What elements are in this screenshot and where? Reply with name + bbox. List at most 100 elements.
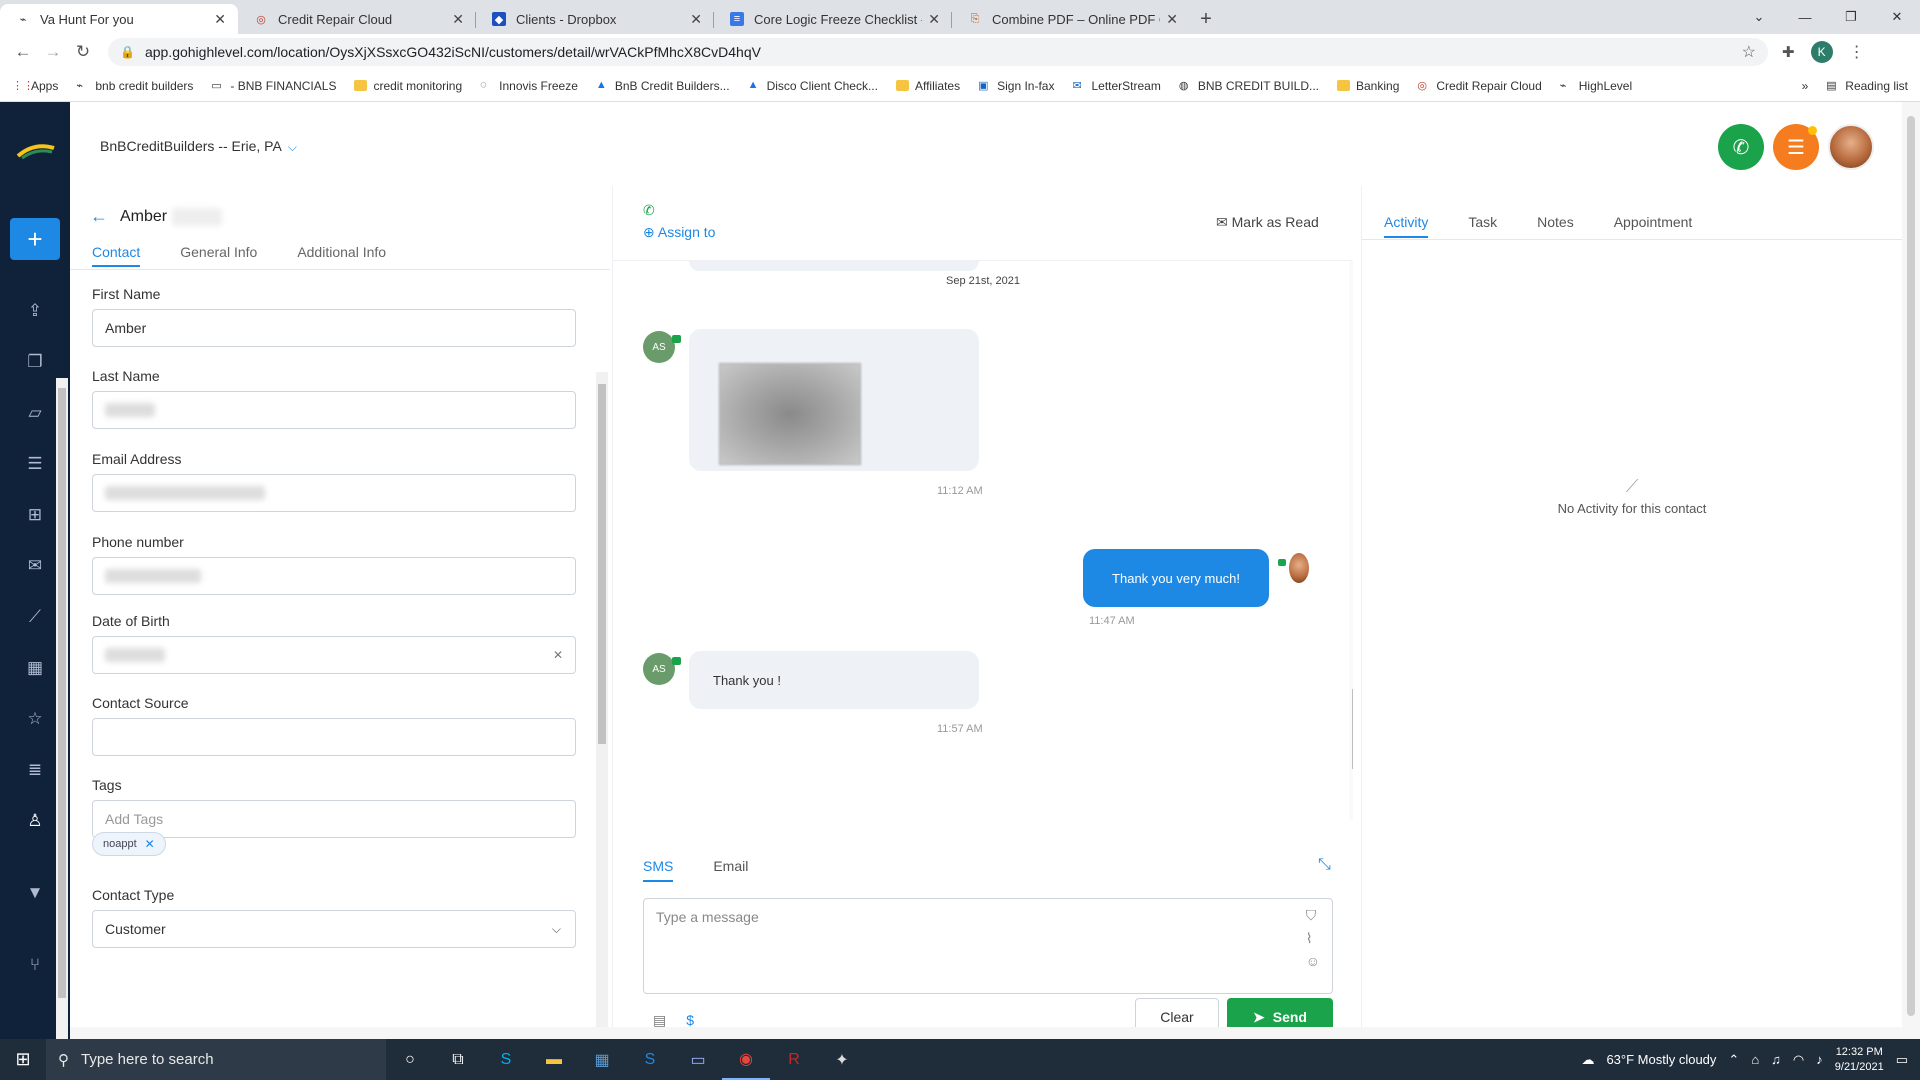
emoji-icon[interactable]: ☺ xyxy=(1306,953,1320,969)
opportunities-icon[interactable]: ☰ xyxy=(22,451,48,477)
tags-input[interactable]: Add Tags xyxy=(92,800,576,838)
assign-to-button[interactable]: ⊕ Assign to xyxy=(643,224,715,241)
browser-tab[interactable]: ≡ Core Logic Freeze Checklist - Go ✕ xyxy=(714,4,952,34)
back-icon[interactable]: ← xyxy=(8,42,38,62)
bookmark[interactable]: ▲ BnB Credit Builders... xyxy=(596,79,730,93)
phone-icon[interactable]: ✆ xyxy=(643,202,655,219)
clock[interactable]: 12:32 PM 9/21/2021 xyxy=(1835,1045,1884,1075)
filter-icon[interactable]: ▼ xyxy=(22,880,48,906)
bookmark[interactable]: Banking xyxy=(1337,79,1399,93)
conversations-icon[interactable]: ▱ xyxy=(22,400,48,426)
calendar-icon[interactable]: ▦ xyxy=(22,655,48,681)
r-app-icon[interactable]: R xyxy=(770,1051,818,1069)
form-scrollbar[interactable] xyxy=(596,372,608,1070)
more-bookmarks-icon[interactable]: » xyxy=(1802,79,1809,93)
notifications-button[interactable]: ☰ xyxy=(1773,124,1819,170)
bookmark[interactable]: ◍ BNB CREDIT BUILD... xyxy=(1179,79,1319,93)
message-input[interactable]: Type a message ⛉ ⌇ ☺ xyxy=(643,898,1333,994)
messages-scrollbar[interactable] xyxy=(1349,261,1353,820)
app-icon[interactable]: ✦ xyxy=(818,1050,866,1070)
reading-list-button[interactable]: ▤ Reading list xyxy=(1826,79,1908,93)
tab-activity[interactable]: Activity xyxy=(1384,214,1429,238)
tab-contact[interactable]: Contact xyxy=(92,244,141,267)
message-image[interactable] xyxy=(719,363,861,465)
call-button[interactable]: ✆ xyxy=(1718,124,1764,170)
microphone-icon[interactable]: ♫ xyxy=(1771,1052,1781,1067)
mail-icon[interactable]: ✉ xyxy=(22,553,48,579)
contact-source-input[interactable] xyxy=(92,718,576,756)
cortana-icon[interactable]: ○ xyxy=(386,1051,434,1069)
bookmark[interactable]: ✉ LetterStream xyxy=(1072,79,1160,93)
bookmark[interactable]: Affiliates xyxy=(895,79,960,93)
weather-text[interactable]: 63°F Mostly cloudy xyxy=(1606,1052,1716,1067)
page-scrollbar[interactable] xyxy=(1902,102,1920,1039)
branch-icon[interactable]: ⑂ xyxy=(22,952,48,978)
add-button[interactable]: + xyxy=(10,218,60,260)
sitemap-icon[interactable]: ⊞ xyxy=(22,502,48,528)
dob-input[interactable]: ✕ xyxy=(92,636,576,674)
clear-icon[interactable]: ✕ xyxy=(553,648,563,662)
reporting-icon[interactable]: ⟋ xyxy=(22,604,48,630)
list-icon[interactable]: ≣ xyxy=(22,757,48,783)
contact-type-select[interactable]: Customer ⌵ xyxy=(92,910,576,948)
left-scrollbar[interactable] xyxy=(56,378,68,1080)
bookmark[interactable]: ▭ - BNB FINANCIALS xyxy=(211,79,336,93)
tab-general-info[interactable]: General Info xyxy=(180,244,257,267)
tab-email[interactable]: Email xyxy=(713,858,748,882)
last-name-input[interactable] xyxy=(92,391,576,429)
horizontal-scrollbar[interactable] xyxy=(70,1027,1902,1039)
close-window-icon[interactable]: ✕ xyxy=(1874,9,1920,25)
bookmark-apps[interactable]: ⋮⋮ Apps xyxy=(12,79,58,93)
volume-icon[interactable]: ♪ xyxy=(1816,1052,1823,1067)
close-icon[interactable]: ✕ xyxy=(690,11,702,28)
skype-business-icon[interactable]: S xyxy=(626,1051,674,1069)
windows-start-icon[interactable]: ⊞ xyxy=(0,1049,46,1070)
tab-sms[interactable]: SMS xyxy=(643,858,674,882)
browser-menu-icon[interactable]: ⋮ xyxy=(1849,42,1865,62)
minimize-icon[interactable]: — xyxy=(1782,10,1828,25)
file-explorer-icon[interactable]: ▬ xyxy=(530,1051,578,1069)
chevron-up-icon[interactable]: ⌃ xyxy=(1728,1052,1739,1068)
skype-icon[interactable]: S xyxy=(482,1051,530,1069)
calculator-icon[interactable]: ▦ xyxy=(578,1050,626,1070)
network-icon[interactable]: ⌂ xyxy=(1751,1052,1759,1067)
back-arrow-icon[interactable]: ← xyxy=(90,206,108,227)
bookmark[interactable]: credit monitoring xyxy=(354,79,462,93)
tag-icon[interactable]: ⛉ xyxy=(1306,907,1320,924)
wifi-icon[interactable]: ◠ xyxy=(1793,1052,1804,1068)
contacts-icon[interactable]: ♙ xyxy=(22,808,48,834)
user-avatar[interactable] xyxy=(1828,124,1874,170)
bookmark[interactable]: ▣ Sign In-fax xyxy=(978,79,1054,93)
mark-as-read-button[interactable]: ✉ Mark as Read xyxy=(1216,214,1319,231)
reload-icon[interactable]: ↻ xyxy=(68,42,98,62)
remove-tag-icon[interactable]: ✕ xyxy=(145,837,155,851)
profile-avatar[interactable]: K xyxy=(1810,41,1833,63)
new-tab-button[interactable]: + xyxy=(1190,4,1222,34)
star-icon[interactable]: ☆ xyxy=(22,706,48,732)
task-view-icon[interactable]: ⧉ xyxy=(434,1051,482,1069)
close-icon[interactable]: ✕ xyxy=(928,11,940,28)
bookmark[interactable]: ⌁ bnb credit builders xyxy=(76,79,193,93)
tab-notes[interactable]: Notes xyxy=(1537,214,1574,238)
location-switcher[interactable]: BnBCreditBuilders -- Erie, PA ⌵ xyxy=(100,138,297,155)
browser-tab[interactable]: ◎ Credit Repair Cloud ✕ xyxy=(238,4,476,34)
copy-icon[interactable]: ❐ xyxy=(22,349,48,375)
bookmark[interactable]: ▲ Disco Client Check... xyxy=(748,79,878,93)
extensions-icon[interactable]: ✚ xyxy=(1782,43,1795,61)
tab-appointment[interactable]: Appointment xyxy=(1614,214,1693,238)
url-input[interactable]: 🔒 app.gohighlevel.com/location/OysXjXSsx… xyxy=(108,38,1768,66)
browser-tab[interactable]: ⎘ Combine PDF – Online PDF Com ✕ xyxy=(952,4,1190,34)
app-icon[interactable]: ▭ xyxy=(674,1050,722,1070)
close-icon[interactable]: ✕ xyxy=(452,11,464,28)
first-name-input[interactable]: Amber xyxy=(92,309,576,347)
close-icon[interactable]: ✕ xyxy=(214,11,226,28)
browser-tab[interactable]: ◆ Clients - Dropbox ✕ xyxy=(476,4,714,34)
chrome-icon[interactable]: ◉ xyxy=(722,1039,770,1080)
forward-icon[interactable]: → xyxy=(38,42,68,62)
attachment-icon[interactable]: ⌇ xyxy=(1306,930,1320,947)
bookmark[interactable]: ⌁ HighLevel xyxy=(1560,79,1632,93)
email-input[interactable] xyxy=(92,474,576,512)
tab-task[interactable]: Task xyxy=(1468,214,1497,238)
collapse-icon[interactable]: ⤡ xyxy=(1318,856,1331,874)
close-icon[interactable]: ✕ xyxy=(1166,11,1178,28)
